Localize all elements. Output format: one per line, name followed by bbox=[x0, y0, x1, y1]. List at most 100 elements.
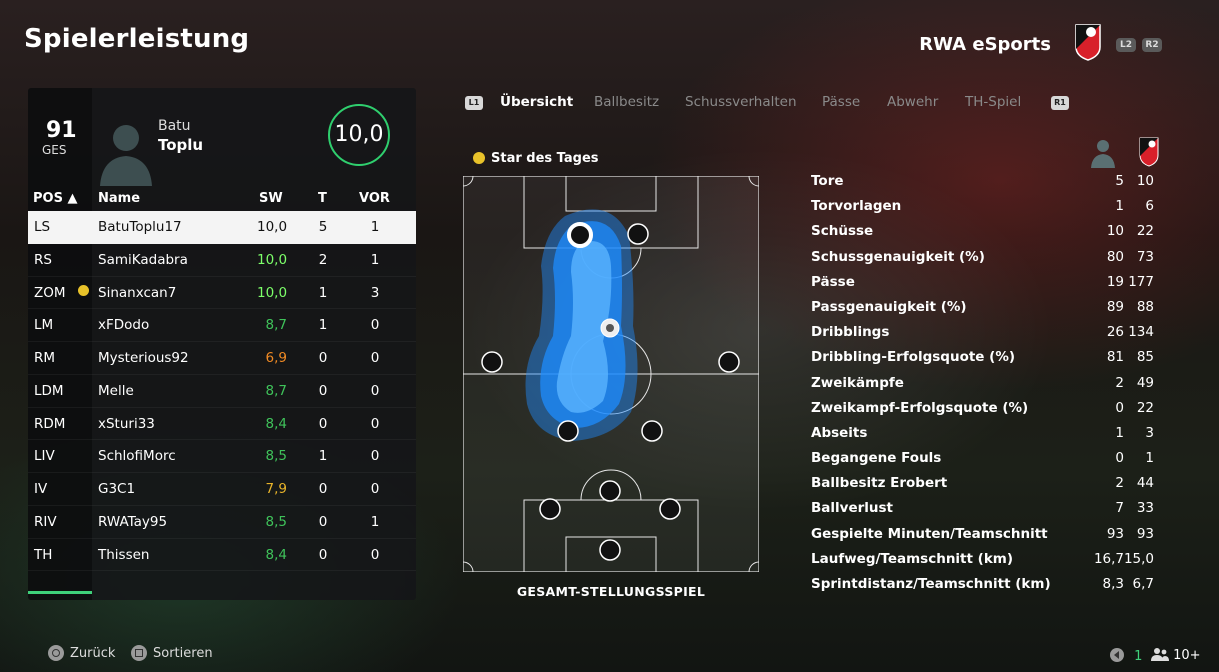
header-sw[interactable]: SW bbox=[259, 191, 283, 206]
row-player-name: Mysterious92 bbox=[98, 350, 189, 366]
row-assists: 1 bbox=[370, 251, 380, 268]
team-column-icon bbox=[1139, 137, 1159, 167]
table-row[interactable]: LIV SchlofiMorc 8,5 1 0 bbox=[28, 440, 416, 473]
stat-player-value: 1 bbox=[1115, 198, 1124, 215]
stat-player-value: 2 bbox=[1115, 475, 1124, 492]
table-row[interactable]: LM xFDodo 8,7 1 0 bbox=[28, 309, 416, 342]
stat-player-value: 8,3 bbox=[1102, 576, 1124, 592]
row-player-name: SamiKadabra bbox=[98, 251, 188, 268]
row-rating: 8,4 bbox=[265, 415, 287, 432]
row-rating: 8,7 bbox=[265, 382, 287, 399]
stat-row: Passgenauigkeit (%) 89 88 bbox=[808, 296, 1158, 321]
circle-button-icon bbox=[48, 645, 64, 661]
stat-label: Pässe bbox=[811, 273, 855, 290]
row-rating: 10,0 bbox=[257, 251, 288, 268]
stat-team-value: 6,7 bbox=[1132, 576, 1154, 592]
row-player-name: Melle bbox=[98, 382, 134, 399]
row-goals: 0 bbox=[318, 415, 328, 432]
stat-row: Zweikämpfe 2 49 bbox=[808, 372, 1158, 397]
stat-row: Abseits 1 3 bbox=[808, 422, 1158, 447]
stat-team-value: 22 bbox=[1136, 399, 1154, 416]
tab-abwehr[interactable]: Abwehr bbox=[887, 94, 938, 110]
row-position: RM bbox=[34, 350, 56, 366]
row-position: LDM bbox=[34, 382, 64, 399]
stats-list: Tore 5 10 Torvorlagen 1 6 Schüsse 10 22 Schussgen… bbox=[808, 170, 1158, 598]
tab-paesse[interactable]: Pässe bbox=[822, 94, 860, 110]
header-pos[interactable]: POS ▲ bbox=[33, 191, 77, 206]
stat-team-value: 73 bbox=[1136, 248, 1154, 265]
stat-team-value: 93 bbox=[1136, 525, 1154, 542]
row-assists: 0 bbox=[370, 317, 380, 334]
header-t[interactable]: T bbox=[318, 191, 327, 206]
stat-label: Torvorlagen bbox=[811, 198, 902, 215]
stat-label: Abseits bbox=[811, 424, 868, 441]
square-button-icon bbox=[131, 645, 147, 661]
star-icon bbox=[473, 152, 485, 164]
stat-team-value: 15,0 bbox=[1123, 550, 1154, 567]
stat-player-value: 10 bbox=[1106, 223, 1124, 240]
stat-row: Zweikampf-Erfolgsquote (%) 0 22 bbox=[808, 397, 1158, 422]
table-row[interactable]: IV G3C1 7,9 0 0 bbox=[28, 473, 416, 506]
row-rating: 8,7 bbox=[265, 317, 287, 334]
row-position: IV bbox=[34, 481, 48, 497]
back-button[interactable]: Zurück bbox=[48, 645, 115, 661]
table-row[interactable]: ZOM Sinanxcan7 10,0 1 3 bbox=[28, 277, 416, 310]
stats-column-icons bbox=[1091, 137, 1159, 168]
row-goals: 1 bbox=[318, 284, 328, 301]
stat-team-value: 1 bbox=[1145, 450, 1154, 467]
stat-row: Ballbesitz Erobert 2 44 bbox=[808, 472, 1158, 497]
tab-ballbesitz[interactable]: Ballbesitz bbox=[594, 94, 659, 110]
table-row[interactable]: TH Thissen 8,4 0 0 bbox=[28, 539, 416, 572]
stat-player-value: 2 bbox=[1115, 374, 1124, 391]
row-goals: 0 bbox=[318, 382, 328, 399]
stat-row: Schüsse 10 22 bbox=[808, 220, 1158, 245]
table-row[interactable]: RDM xSturi33 8,4 0 0 bbox=[28, 408, 416, 441]
club-name: RWA eSports bbox=[919, 34, 1051, 55]
speaker-icon bbox=[1110, 648, 1124, 662]
row-position: LM bbox=[34, 317, 54, 334]
stat-row: Laufweg/Teamschnitt (km) 16,7 15,0 bbox=[808, 548, 1158, 573]
header-name[interactable]: Name bbox=[98, 191, 140, 206]
row-rating: 6,9 bbox=[265, 350, 287, 366]
stat-player-value: 81 bbox=[1106, 349, 1124, 366]
players-icon bbox=[1151, 648, 1169, 661]
players-indicator: 10+ bbox=[1151, 647, 1201, 663]
row-rating: 7,9 bbox=[265, 481, 287, 497]
stat-player-value: 80 bbox=[1106, 248, 1124, 265]
r1-button[interactable]: R1 bbox=[1051, 96, 1069, 110]
stat-player-value: 19 bbox=[1106, 273, 1124, 290]
stat-team-value: 22 bbox=[1136, 223, 1154, 240]
l1-button[interactable]: L1 bbox=[465, 96, 483, 110]
row-player-name: Sinanxcan7 bbox=[98, 284, 177, 301]
player-last-name: Toplu bbox=[158, 136, 204, 154]
stat-label: Dribbling-Erfolgsquote (%) bbox=[811, 349, 1016, 366]
table-row[interactable]: LDM Melle 8,7 0 0 bbox=[28, 375, 416, 408]
stat-player-value: 26 bbox=[1106, 324, 1124, 341]
tab-uebersicht[interactable]: Übersicht bbox=[500, 94, 573, 110]
sort-label: Sortieren bbox=[153, 646, 213, 661]
stat-row: Dribbling-Erfolgsquote (%) 81 85 bbox=[808, 346, 1158, 371]
row-goals: 0 bbox=[318, 513, 328, 530]
tab-schussverhalten[interactable]: Schussverhalten bbox=[685, 94, 797, 110]
stat-label: Dribblings bbox=[811, 324, 890, 341]
row-player-name: xSturi33 bbox=[98, 415, 155, 432]
stat-team-value: 33 bbox=[1136, 500, 1154, 517]
tab-th-spiel[interactable]: TH-Spiel bbox=[965, 94, 1021, 110]
r2-button[interactable]: R2 bbox=[1142, 38, 1162, 52]
stat-label: Begangene Fouls bbox=[811, 450, 942, 467]
table-row[interactable]: LS BatuToplu17 10,0 5 1 bbox=[28, 211, 416, 244]
stat-team-value: 177 bbox=[1128, 273, 1154, 290]
header-vor[interactable]: VOR bbox=[359, 191, 390, 206]
row-rating: 8,4 bbox=[265, 546, 287, 563]
table-row[interactable]: RS SamiKadabra 10,0 2 1 bbox=[28, 244, 416, 277]
stat-team-value: 10 bbox=[1136, 173, 1154, 189]
row-assists: 3 bbox=[370, 284, 380, 301]
back-label: Zurück bbox=[70, 646, 116, 661]
table-row[interactable]: RM Mysterious92 6,9 0 0 bbox=[28, 342, 416, 375]
l2-button[interactable]: L2 bbox=[1116, 38, 1136, 52]
sort-button[interactable]: Sortieren bbox=[131, 645, 213, 661]
row-assists: 0 bbox=[370, 481, 380, 497]
table-row[interactable]: RIV RWATay95 8,5 0 1 bbox=[28, 506, 416, 539]
row-goals: 0 bbox=[318, 481, 328, 497]
row-position: TH bbox=[34, 546, 53, 563]
